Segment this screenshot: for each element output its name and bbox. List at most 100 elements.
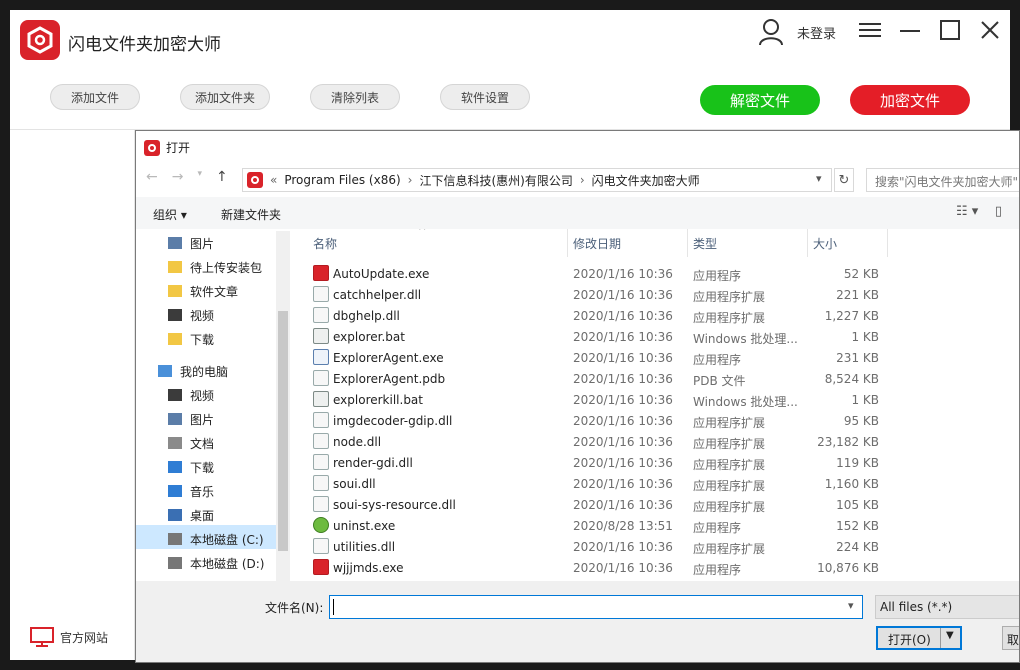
forward-icon[interactable]: → — [172, 169, 184, 185]
file-name: node.dll — [333, 435, 382, 449]
encrypt-button[interactable]: 加密文件 — [850, 85, 970, 115]
address-dropdown-icon[interactable]: ▾ — [816, 172, 822, 185]
official-site-label: 官方网站 — [60, 630, 109, 645]
open-dropdown-icon[interactable]: ▼ — [946, 630, 954, 641]
breadcrumb-item[interactable]: 闪电文件夹加密大师 — [592, 172, 700, 189]
refresh-icon[interactable]: ↻ — [834, 168, 854, 192]
user-icon[interactable] — [758, 18, 784, 49]
nav-item[interactable]: 图片 — [168, 232, 214, 254]
dialog-title: 打开 — [166, 141, 191, 155]
file-row[interactable]: explorer.bat 2020/1/16 10:36 Windows 批处理..… — [291, 326, 1019, 347]
column-separator[interactable] — [687, 229, 688, 257]
cancel-button[interactable]: 取消 — [1002, 626, 1019, 650]
menu-icon[interactable] — [856, 16, 884, 44]
file-type: PDB 文件 — [693, 374, 746, 388]
breadcrumb-item[interactable]: Program Files (x86) — [284, 173, 400, 187]
file-type: 应用程序扩展 — [693, 437, 766, 451]
organize-menu[interactable]: 组织 ▾ — [153, 206, 187, 223]
open-file-dialog: 打开 ← → ▾ ↑ « Program Files (x86) › 江下信息科… — [135, 130, 1020, 663]
nav-scrollbar-thumb[interactable] — [278, 311, 288, 551]
file-name: explorer.bat — [333, 330, 405, 344]
file-size: 1,160 KB — [824, 477, 879, 491]
breadcrumb-separator[interactable]: › — [580, 173, 585, 187]
add-folder-button[interactable]: 添加文件夹 — [180, 84, 270, 110]
column-header-date[interactable]: 修改日期 — [573, 235, 621, 252]
dll-file-icon — [313, 496, 329, 512]
video-icon — [168, 389, 182, 401]
file-row[interactable]: soui-sys-resource.dll 2020/1/16 10:36 应用程序… — [291, 494, 1019, 515]
maximize-icon[interactable] — [936, 16, 964, 44]
file-row[interactable]: imgdecoder-gdip.dll 2020/1/16 10:36 应用程序扩展… — [291, 410, 1019, 431]
nav-item[interactable]: 桌面 — [168, 504, 214, 526]
nav-item[interactable]: 文档 — [168, 432, 214, 454]
disk-icon — [168, 533, 182, 545]
file-name: catchhelper.dll — [333, 288, 422, 302]
nav-item[interactable]: 待上传安装包 — [168, 256, 262, 278]
column-header-size[interactable]: 大小 — [813, 235, 837, 252]
recent-dropdown-icon[interactable]: ▾ — [197, 169, 202, 185]
file-date: 2020/1/16 10:36 — [573, 540, 673, 554]
filename-input[interactable] — [329, 595, 863, 619]
file-row[interactable]: dbghelp.dll 2020/1/16 10:36 应用程序扩展 1,227 KB — [291, 305, 1019, 326]
app-file-icon — [313, 265, 329, 281]
login-status[interactable]: 未登录 — [797, 23, 836, 42]
file-row[interactable]: ExplorerAgent.pdb 2020/1/16 10:36 PDB 文件 8,… — [291, 368, 1019, 389]
nav-item-label: 图片 — [190, 236, 215, 251]
decrypt-button[interactable]: 解密文件 — [700, 85, 820, 115]
new-folder-button[interactable]: 新建文件夹 — [221, 206, 281, 223]
app-title: 闪电文件夹加密大师 — [68, 35, 221, 55]
back-icon[interactable]: ← — [146, 169, 158, 185]
view-options-icon[interactable]: ☷ ▾ ▯ — [956, 204, 1002, 219]
official-site-link[interactable]: 官方网站 — [30, 627, 108, 647]
nav-item[interactable]: 音乐 — [168, 480, 214, 502]
column-separator[interactable] — [567, 229, 568, 257]
up-icon[interactable]: ↑ — [216, 169, 228, 185]
file-size: 10,876 KB — [817, 561, 879, 575]
file-type: 应用程序 — [693, 353, 742, 367]
file-row[interactable]: AutoUpdate.exe 2020/1/16 10:36 应用程序 52 KB — [291, 263, 1019, 284]
column-header-type[interactable]: 类型 — [693, 235, 717, 252]
nav-item[interactable]: 下载 — [168, 328, 214, 350]
address-bar[interactable]: « Program Files (x86) › 江下信息科技(惠州)有限公司 ›… — [242, 168, 832, 192]
filename-dropdown-icon[interactable]: ▾ — [848, 599, 854, 612]
search-input[interactable]: 搜索"闪电文件夹加密大师" — [866, 168, 1019, 192]
nav-item-label: 我的电脑 — [180, 364, 229, 379]
column-separator[interactable] — [887, 229, 888, 257]
nav-item[interactable]: 软件文章 — [168, 280, 238, 302]
clear-list-button[interactable]: 清除列表 — [310, 84, 400, 110]
nav-item[interactable]: 下载 — [168, 456, 214, 478]
nav-item[interactable]: 本地磁盘 (D:) — [168, 552, 264, 574]
file-row[interactable]: ExplorerAgent.exe 2020/1/16 10:36 应用程序 231 … — [291, 347, 1019, 368]
minimize-icon[interactable] — [896, 16, 924, 44]
breadcrumb-prefix[interactable]: « — [270, 173, 277, 187]
open-button[interactable]: 打开(O) ▼ — [876, 626, 962, 650]
close-icon[interactable] — [976, 16, 1004, 44]
settings-button[interactable]: 软件设置 — [440, 84, 530, 110]
file-row[interactable]: utilities.dll 2020/1/16 10:36 应用程序扩展 224 KB — [291, 536, 1019, 557]
file-row[interactable]: wjjjmds.exe 2020/1/16 10:36 应用程序 10,876 KB — [291, 557, 1019, 578]
add-file-button[interactable]: 添加文件 — [50, 84, 140, 110]
breadcrumb-item[interactable]: 江下信息科技(惠州)有限公司 — [419, 172, 572, 189]
file-type-filter[interactable]: All files (*.*) — [875, 595, 1019, 619]
nav-item-label: 音乐 — [190, 484, 215, 499]
nav-item[interactable]: 图片 — [168, 408, 214, 430]
breadcrumb-separator[interactable]: › — [408, 173, 413, 187]
column-header-name[interactable]: 名称 — [313, 235, 337, 252]
file-name: ExplorerAgent.exe — [333, 351, 444, 365]
nav-item[interactable]: 视频 — [168, 304, 214, 326]
file-row[interactable]: catchhelper.dll 2020/1/16 10:36 应用程序扩展 221 … — [291, 284, 1019, 305]
file-row[interactable]: render-gdi.dll 2020/1/16 10:36 应用程序扩展 119 K… — [291, 452, 1019, 473]
file-date: 2020/1/16 10:36 — [573, 414, 673, 428]
nav-item[interactable]: 本地磁盘 (C:) — [168, 528, 264, 550]
folder-icon — [168, 285, 182, 297]
nav-item[interactable]: 我的电脑 — [158, 360, 228, 382]
nav-item[interactable]: 视频 — [168, 384, 214, 406]
file-row[interactable]: soui.dll 2020/1/16 10:36 应用程序扩展 1,160 KB — [291, 473, 1019, 494]
file-date: 2020/1/16 10:36 — [573, 561, 673, 575]
file-row[interactable]: explorerkill.bat 2020/1/16 10:36 Windows 批… — [291, 389, 1019, 410]
column-separator[interactable] — [807, 229, 808, 257]
file-type: 应用程序 — [693, 269, 742, 283]
file-row[interactable]: uninst.exe 2020/8/28 13:51 应用程序 152 KB — [291, 515, 1019, 536]
file-date: 2020/1/16 10:36 — [573, 267, 673, 281]
file-row[interactable]: node.dll 2020/1/16 10:36 应用程序扩展 23,182 KB — [291, 431, 1019, 452]
